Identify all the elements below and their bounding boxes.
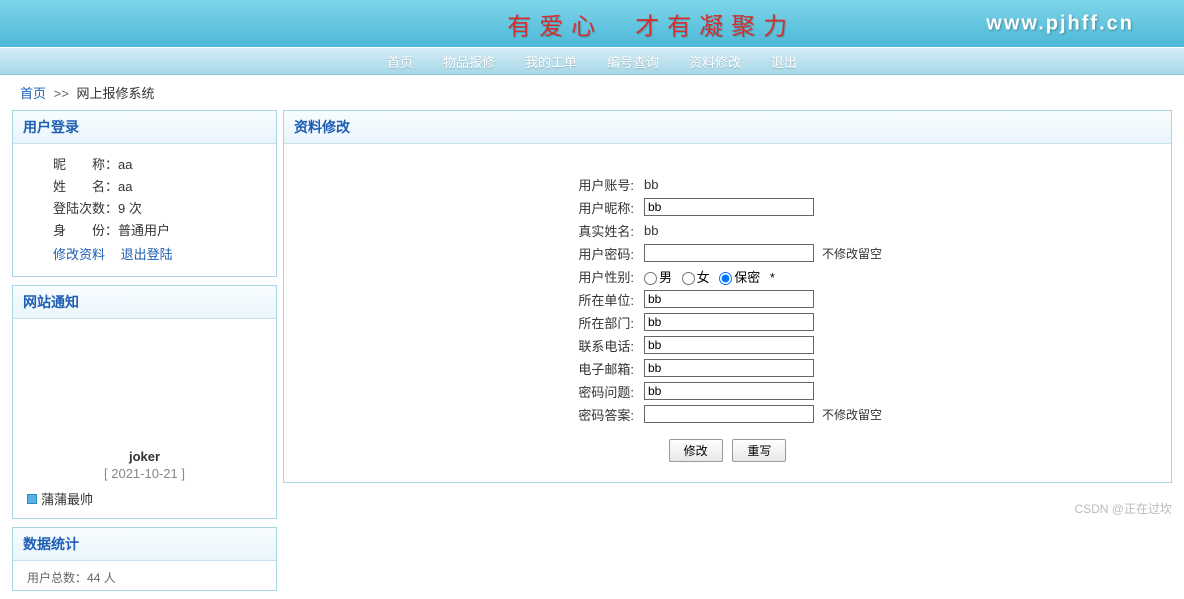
nav-repair[interactable]: 物品报修 (443, 52, 495, 71)
notice-panel: 网站通知 joker [ 2021-10-21 ] 蒲蒲最帅 (12, 285, 277, 519)
stats-panel: 数据统计 用户总数：44 人 (12, 527, 277, 591)
dept-label: 所在部门: (324, 313, 644, 332)
reset-button[interactable]: 重写 (732, 439, 786, 462)
banner-url: www.pjhff.cn (986, 12, 1134, 35)
login-panel-title: 用户登录 (13, 111, 276, 144)
notice-date: [ 2021-10-21 ] (27, 466, 262, 481)
password-hint: 不修改留空 (822, 245, 882, 262)
submit-button[interactable]: 修改 (669, 439, 723, 462)
banner-tagline: 有爱心 才有凝聚力 (507, 6, 795, 41)
account-label: 用户账号: (324, 175, 644, 194)
edit-profile-link[interactable]: 修改资料 (53, 247, 105, 262)
org-label: 所在单位: (324, 290, 644, 309)
stats-panel-title: 数据统计 (13, 528, 276, 561)
count-value: 9 次 (118, 201, 142, 216)
nickname-label: 昵 称： (53, 157, 118, 172)
gender-secret-radio[interactable] (719, 272, 732, 285)
answer-hint: 不修改留空 (822, 406, 882, 423)
name-value: aa (118, 179, 132, 194)
main-panel-title: 资料修改 (284, 111, 1171, 144)
phone-label: 联系电话: (324, 336, 644, 355)
gender-secret-label: 保密 (734, 270, 760, 285)
logout-link[interactable]: 退出登陆 (121, 247, 173, 262)
realname-label: 真实姓名: (324, 221, 644, 240)
nav-logout[interactable]: 退出 (771, 52, 797, 71)
role-value: 普通用户 (118, 223, 170, 238)
answer-input[interactable] (644, 405, 814, 423)
name-label: 姓 名： (53, 179, 118, 194)
password-input[interactable] (644, 244, 814, 262)
main-panel: 资料修改 用户账号: bb 用户昵称: 真实姓名: bb 用户密码: 不修改 (283, 110, 1172, 483)
watermark: CSDN @正在过坎 (1074, 500, 1172, 517)
notice-panel-title: 网站通知 (13, 286, 276, 319)
stats-users-value: 44 人 (87, 571, 116, 585)
email-label: 电子邮箱: (324, 359, 644, 378)
navbar: 首页 物品报修 我的工单 编号查询 资料修改 退出 (0, 47, 1184, 75)
question-label: 密码问题: (324, 382, 644, 401)
nav-query[interactable]: 编号查询 (607, 52, 659, 71)
nickname-input[interactable] (644, 198, 814, 216)
nav-myorders[interactable]: 我的工单 (525, 52, 577, 71)
notice-author: joker (27, 449, 262, 464)
account-value: bb (644, 177, 658, 192)
bullet-icon (27, 494, 37, 504)
banner: 有爱心 才有凝聚力 www.pjhff.cn (0, 0, 1184, 47)
notice-text: 蒲蒲最帅 (41, 489, 93, 508)
nav-profile[interactable]: 资料修改 (689, 52, 741, 71)
stats-users-label: 用户总数： (27, 571, 87, 585)
gender-label: 用户性别: (324, 267, 644, 286)
gender-male-label: 男 (659, 270, 672, 285)
breadcrumb-sep: >> (54, 86, 69, 101)
nickname-value: aa (118, 157, 132, 172)
gender-required-star: * (770, 270, 775, 285)
answer-label: 密码答案: (324, 405, 644, 424)
breadcrumb-home[interactable]: 首页 (20, 86, 46, 101)
nickname-form-label: 用户昵称: (324, 198, 644, 217)
breadcrumb-current: 网上报修系统 (76, 86, 154, 101)
notice-item[interactable]: 蒲蒲最帅 (27, 489, 262, 508)
realname-value: bb (644, 223, 658, 238)
nav-home[interactable]: 首页 (387, 52, 413, 71)
dept-input[interactable] (644, 313, 814, 331)
email-input[interactable] (644, 359, 814, 377)
role-label: 身 份： (53, 223, 118, 238)
count-label: 登陆次数： (53, 201, 118, 216)
password-label: 用户密码: (324, 244, 644, 263)
login-panel: 用户登录 昵 称：aa 姓 名：aa 登陆次数：9 次 身 份：普通用户 修改资… (12, 110, 277, 277)
phone-input[interactable] (644, 336, 814, 354)
gender-male-radio[interactable] (644, 272, 657, 285)
org-input[interactable] (644, 290, 814, 308)
question-input[interactable] (644, 382, 814, 400)
gender-female-label: 女 (697, 270, 710, 285)
breadcrumb: 首页 >> 网上报修系统 (0, 75, 1184, 110)
gender-female-radio[interactable] (682, 272, 695, 285)
